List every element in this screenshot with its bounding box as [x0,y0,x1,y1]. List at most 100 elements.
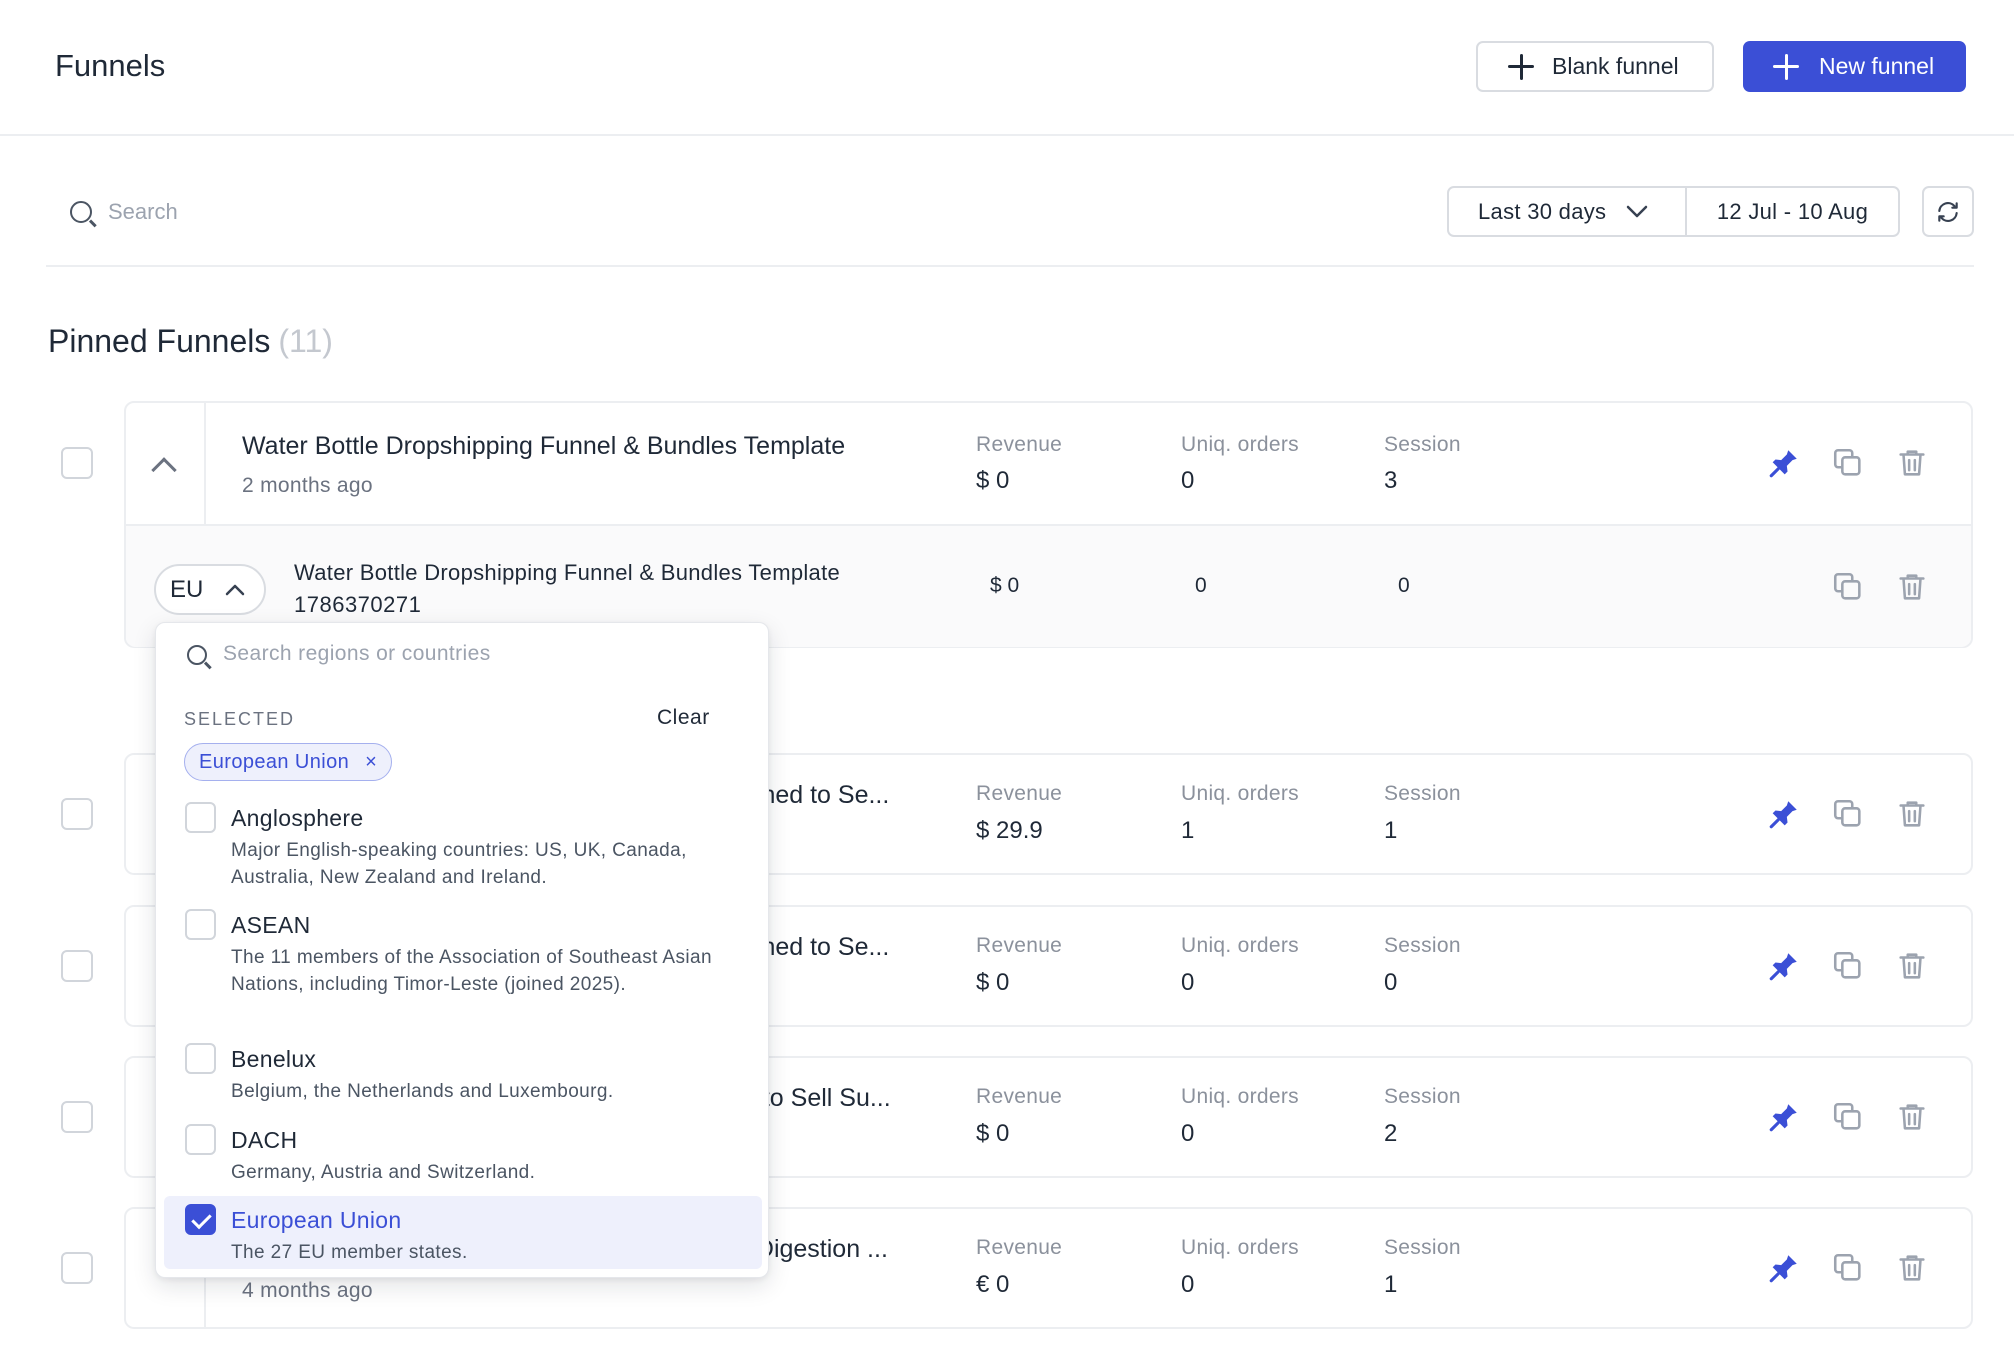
option-checkbox-checked[interactable] [185,1204,216,1235]
region-search-input[interactable] [223,637,723,671]
session-label: Session [1384,934,1461,957]
orders-label: Uniq. orders [1181,782,1299,805]
plus-icon [1508,53,1534,80]
duplicate-icon[interactable] [1831,1100,1865,1134]
session-value: 2 [1384,1120,1398,1147]
region-dropdown: SELECTED Clear European Union × Anglosph… [155,622,769,1278]
option-description: The 11 members of the Association of Sou… [231,947,712,995]
pin-icon[interactable] [1767,446,1801,480]
duplicate-icon[interactable] [1831,949,1865,983]
revenue-value: $ 29.9 [976,817,1043,844]
region-option-european-union[interactable]: European Union The 27 EU member states. [164,1196,762,1269]
option-description: Major English-speaking countries: US, UK… [231,840,687,888]
funnel-subtitle: 4 months ago [242,1279,373,1302]
orders-value: 0 [1181,1271,1195,1298]
selected-heading: SELECTED [184,709,296,729]
option-name: ASEAN [231,912,311,938]
option-checkbox[interactable] [185,1043,216,1074]
revenue-label: Revenue [976,1085,1063,1108]
duplicate-icon[interactable] [1831,446,1865,480]
orders-value: 0 [1181,969,1195,996]
trash-icon[interactable] [1895,1251,1929,1285]
revenue-value: $ 0 [976,467,1010,494]
search-input[interactable] [108,194,508,230]
variant-session: 0 [1398,574,1410,597]
pin-icon[interactable] [1767,949,1801,983]
option-description: Germany, Austria and Switzerland. [231,1162,536,1183]
row-checkbox[interactable] [61,798,93,830]
duplicate-icon[interactable] [1831,570,1865,604]
funnel-card[interactable]: Water Bottle Dropshipping Funnel & Bundl… [124,401,1973,648]
duplicate-icon[interactable] [1831,1251,1865,1285]
search-icon [187,645,207,665]
chevron-up-icon[interactable] [151,457,177,483]
row-checkbox[interactable] [61,447,93,479]
new-funnel-label: New funnel [1819,53,1935,79]
option-checkbox[interactable] [185,802,216,833]
revenue-label: Revenue [976,1236,1063,1259]
pin-icon[interactable] [1767,1100,1801,1134]
trash-icon[interactable] [1895,797,1929,831]
date-range-picker[interactable]: 12 Jul - 10 Aug [1685,186,1900,237]
funnel-title[interactable]: Water Bottle Dropshipping Funnel & Bundl… [242,432,845,461]
orders-value: 0 [1181,467,1195,494]
pin-icon[interactable] [1767,1251,1801,1285]
section-title: Pinned Funnels (11) [48,323,333,360]
blank-funnel-button[interactable]: Blank funnel [1476,41,1714,92]
revenue-value: € 0 [976,1271,1010,1298]
option-name: DACH [231,1127,298,1153]
orders-label: Uniq. orders [1181,1085,1299,1108]
plus-icon [1773,53,1799,80]
option-name: Anglosphere [231,805,364,831]
close-icon[interactable]: × [365,751,377,774]
option-checkbox[interactable] [185,1124,216,1155]
page-title: Funnels [55,48,166,83]
region-option-anglosphere[interactable]: Anglosphere Major English-speaking count… [164,800,762,890]
session-value: 1 [1384,817,1398,844]
refresh-icon [1938,201,1958,222]
revenue-label: Revenue [976,433,1063,456]
orders-label: Uniq. orders [1181,1236,1299,1259]
row-checkbox[interactable] [61,1101,93,1133]
search-icon [70,201,92,223]
pin-icon[interactable] [1767,797,1801,831]
variant-title[interactable]: Water Bottle Dropshipping Funnel & Bundl… [294,560,840,586]
region-option-benelux[interactable]: Benelux Belgium, the Netherlands and Lux… [164,1041,762,1102]
blank-funnel-label: Blank funnel [1552,53,1679,79]
session-label: Session [1384,433,1461,456]
refresh-button[interactable] [1922,186,1974,237]
clear-button[interactable]: Clear [657,706,710,730]
section-title-text: Pinned Funnels [48,323,271,359]
date-range-select-label: Last 30 days [1478,198,1607,224]
region-option-asean[interactable]: ASEAN The 11 members of the Association … [164,907,762,1027]
chevron-up-icon [226,584,245,595]
trash-icon[interactable] [1895,446,1929,480]
variant-id: 1786370271 [294,592,422,617]
trash-icon[interactable] [1895,949,1929,983]
trash-icon[interactable] [1895,1100,1929,1134]
region-option-dach[interactable]: DACH Germany, Austria and Switzerland. [164,1122,762,1183]
revenue-label: Revenue [976,782,1063,805]
variant-orders: 0 [1195,574,1207,597]
region-select-value: EU [170,575,204,603]
card-divider [204,403,206,524]
section-count: (11) [278,323,333,359]
trash-icon[interactable] [1895,570,1929,604]
region-select[interactable]: EU [154,564,266,615]
orders-value: 0 [1181,1120,1195,1147]
option-name: European Union [231,1207,402,1233]
session-label: Session [1384,782,1461,805]
session-label: Session [1384,1085,1461,1108]
row-checkbox[interactable] [61,1252,93,1284]
row-checkbox[interactable] [61,950,93,982]
new-funnel-button[interactable]: New funnel [1743,41,1966,92]
revenue-value: $ 0 [976,1120,1010,1147]
orders-value: 1 [1181,817,1195,844]
option-checkbox[interactable] [185,909,216,940]
filter-toolbar: Last 30 days 12 Jul - 10 Aug [46,160,1974,267]
revenue-label: Revenue [976,934,1063,957]
date-range-select[interactable]: Last 30 days [1447,186,1687,237]
option-name: Benelux [231,1046,317,1072]
duplicate-icon[interactable] [1831,797,1865,831]
orders-label: Uniq. orders [1181,433,1299,456]
